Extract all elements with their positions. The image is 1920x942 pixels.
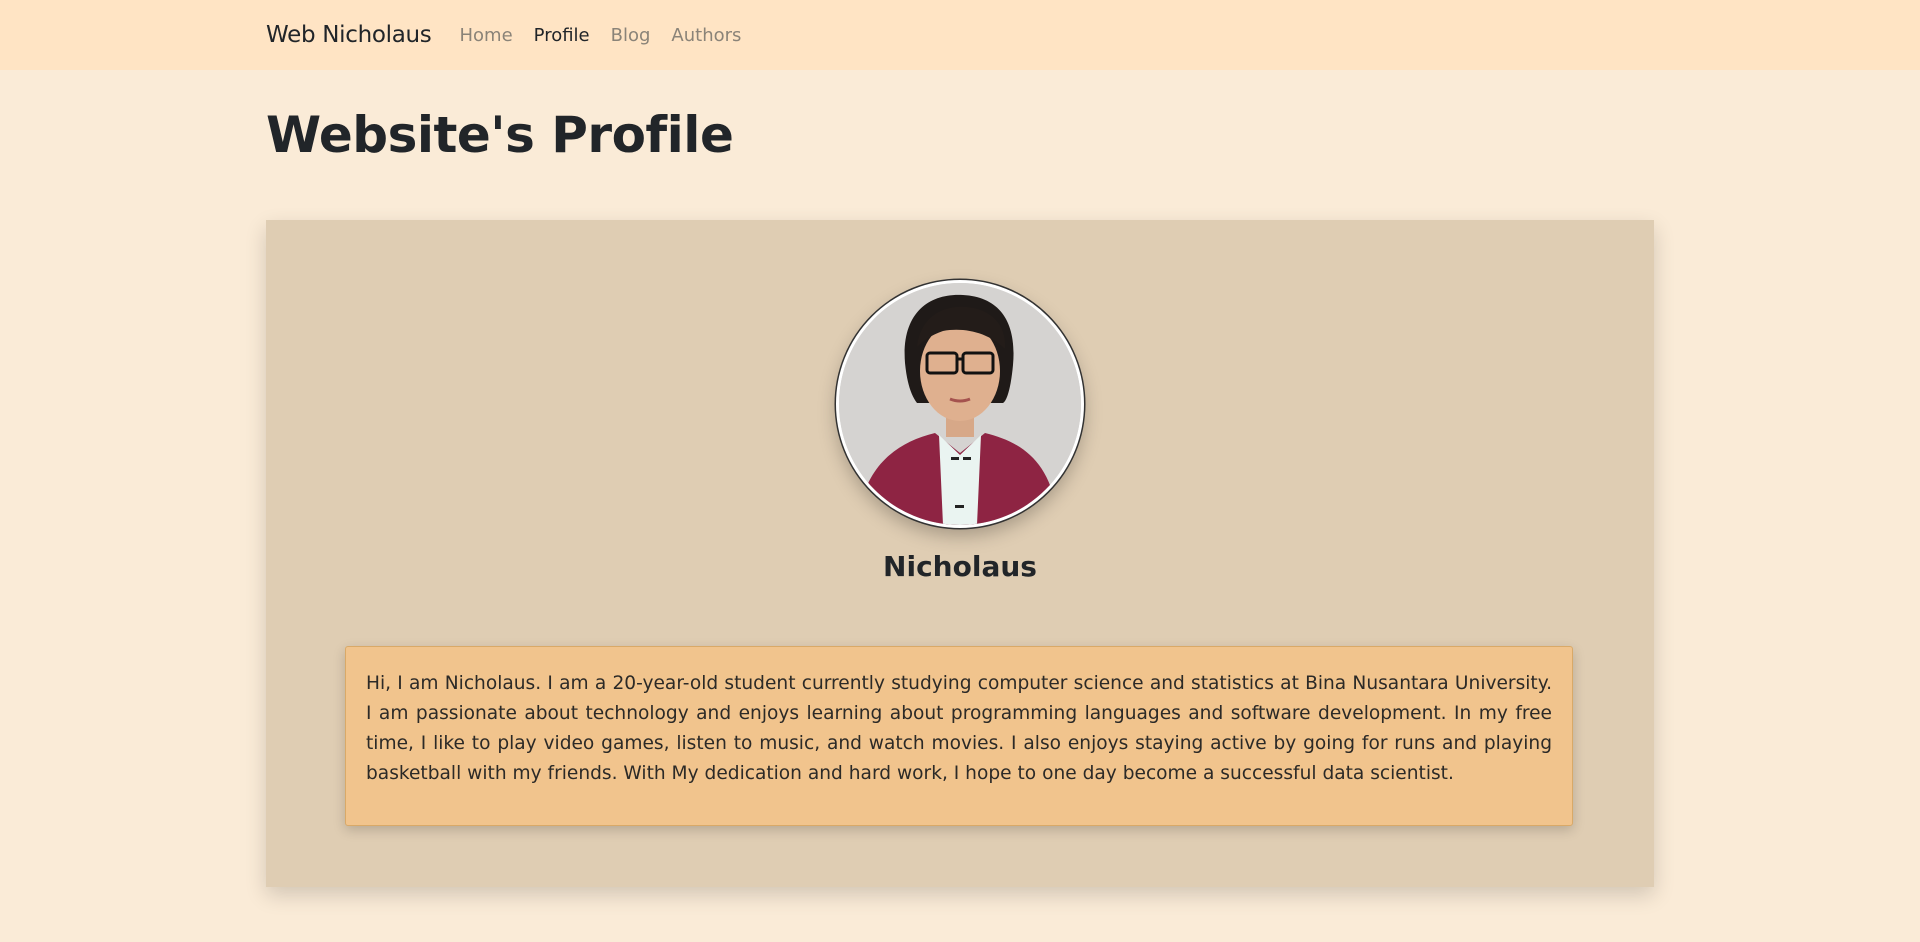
main-container: Website's Profile Nicholaus Hi, I am Nic…	[266, 70, 1654, 887]
avatar-portrait-image	[839, 283, 1081, 525]
bio-text: Hi, I am Nicholaus. I am a 20-year-old s…	[366, 673, 1552, 784]
navbar-brand[interactable]: Web Nicholaus	[266, 22, 432, 48]
bio-box: Hi, I am Nicholaus. I am a 20-year-old s…	[345, 646, 1573, 826]
page-title: Website's Profile	[266, 106, 734, 164]
profile-name: Nicholaus	[883, 550, 1037, 583]
nav-link-home[interactable]: Home	[460, 25, 513, 46]
nav-link-blog[interactable]: Blog	[611, 25, 651, 46]
profile-card: Nicholaus Hi, I am Nicholaus. I am a 20-…	[266, 220, 1654, 887]
profile-avatar	[836, 280, 1084, 528]
nav-link-profile[interactable]: Profile	[534, 25, 590, 46]
top-navbar: Web Nicholaus Home Profile Blog Authors	[0, 0, 1920, 70]
nav-link-authors[interactable]: Authors	[671, 25, 741, 46]
navbar-inner: Web Nicholaus Home Profile Blog Authors	[266, 22, 1654, 48]
